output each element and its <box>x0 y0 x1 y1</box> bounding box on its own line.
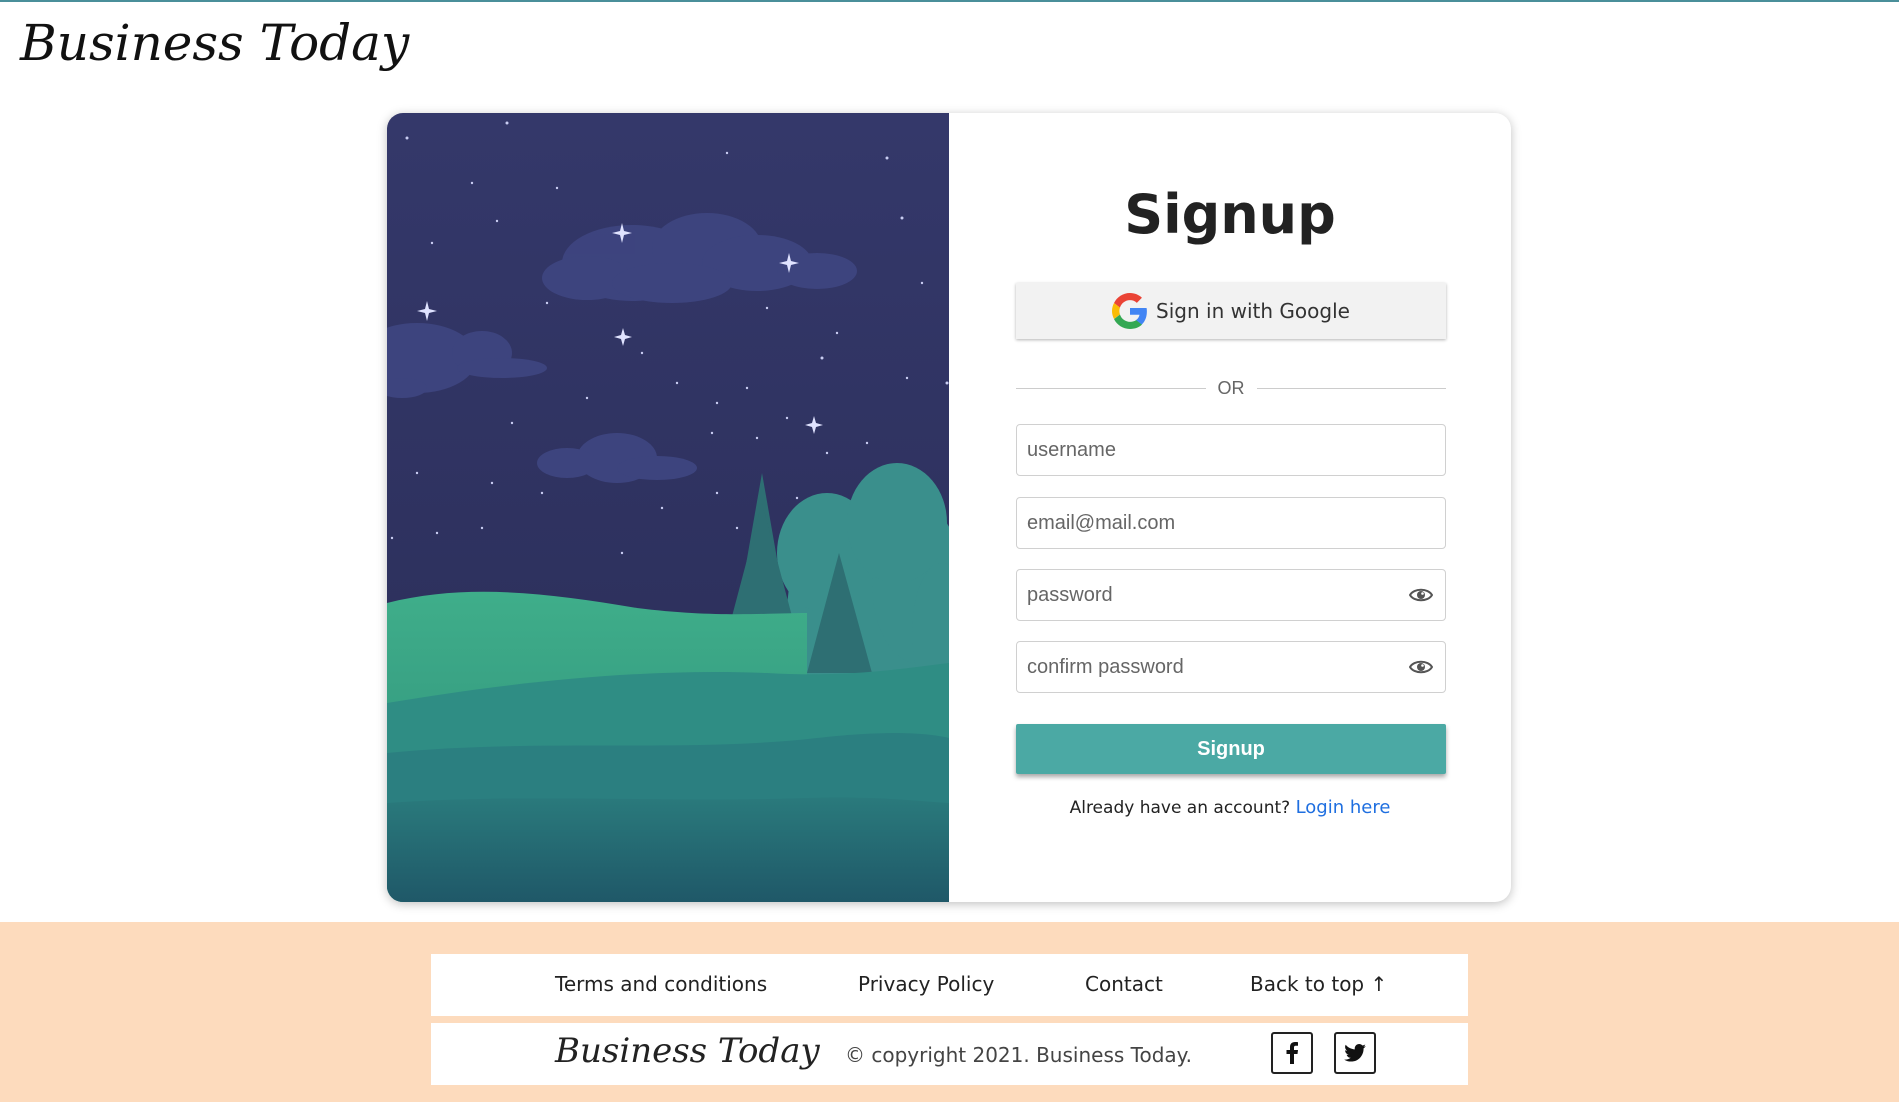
night-landscape-illustration <box>387 113 949 902</box>
or-label: OR <box>1217 377 1245 398</box>
password-field <box>1016 569 1446 621</box>
footer-brand-logo: Business Today <box>555 1031 820 1071</box>
username-input[interactable] <box>1017 425 1397 475</box>
brand-logo[interactable]: Business Today <box>20 14 409 72</box>
terms-link[interactable]: Terms and conditions <box>555 972 767 996</box>
confirm-password-field <box>1016 641 1446 693</box>
email-field <box>1016 497 1446 549</box>
privacy-policy-link[interactable]: Privacy Policy <box>858 972 994 996</box>
back-to-top-link[interactable]: Back to top ↑ <box>1250 972 1387 996</box>
divider-line-right <box>1256 387 1446 389</box>
copyright-text: © copyright 2021. Business Today. <box>845 1043 1192 1067</box>
signup-title: Signup <box>1124 183 1336 246</box>
site-footer: Terms and conditions Privacy Policy Cont… <box>0 922 1899 1102</box>
google-icon <box>1112 293 1148 329</box>
login-prompt-row: Already have an account? Login here <box>949 797 1511 818</box>
signup-form-panel: Signup Sign in with Google OR username e… <box>949 113 1511 902</box>
show-password-eye-icon[interactable] <box>1408 585 1434 605</box>
footer-links-bar: Terms and conditions Privacy Policy Cont… <box>431 954 1468 1016</box>
footer-bottom-bar: Business Today © copyright 2021. Busines… <box>431 1023 1468 1085</box>
username-field <box>1016 424 1446 476</box>
password-input[interactable] <box>1017 570 1397 620</box>
twitter-icon[interactable] <box>1334 1032 1376 1074</box>
facebook-icon[interactable] <box>1271 1032 1313 1074</box>
google-signin-label: Sign in with Google <box>1156 299 1350 323</box>
login-link[interactable]: Login here <box>1296 797 1391 818</box>
signup-submit-button[interactable]: Signup <box>1016 724 1446 774</box>
signup-card: Signup Sign in with Google OR username e… <box>387 113 1511 902</box>
show-confirm-password-eye-icon[interactable] <box>1408 657 1434 677</box>
divider-line-left <box>1016 387 1206 389</box>
email-input[interactable] <box>1017 498 1397 548</box>
google-signin-button[interactable]: Sign in with Google <box>1016 283 1446 339</box>
or-divider: OR <box>1016 373 1446 403</box>
top-accent-line <box>0 0 1899 2</box>
login-prompt-text: Already have an account? <box>1069 798 1291 818</box>
confirm-password-input[interactable] <box>1017 642 1397 692</box>
contact-link[interactable]: Contact <box>1085 972 1163 996</box>
